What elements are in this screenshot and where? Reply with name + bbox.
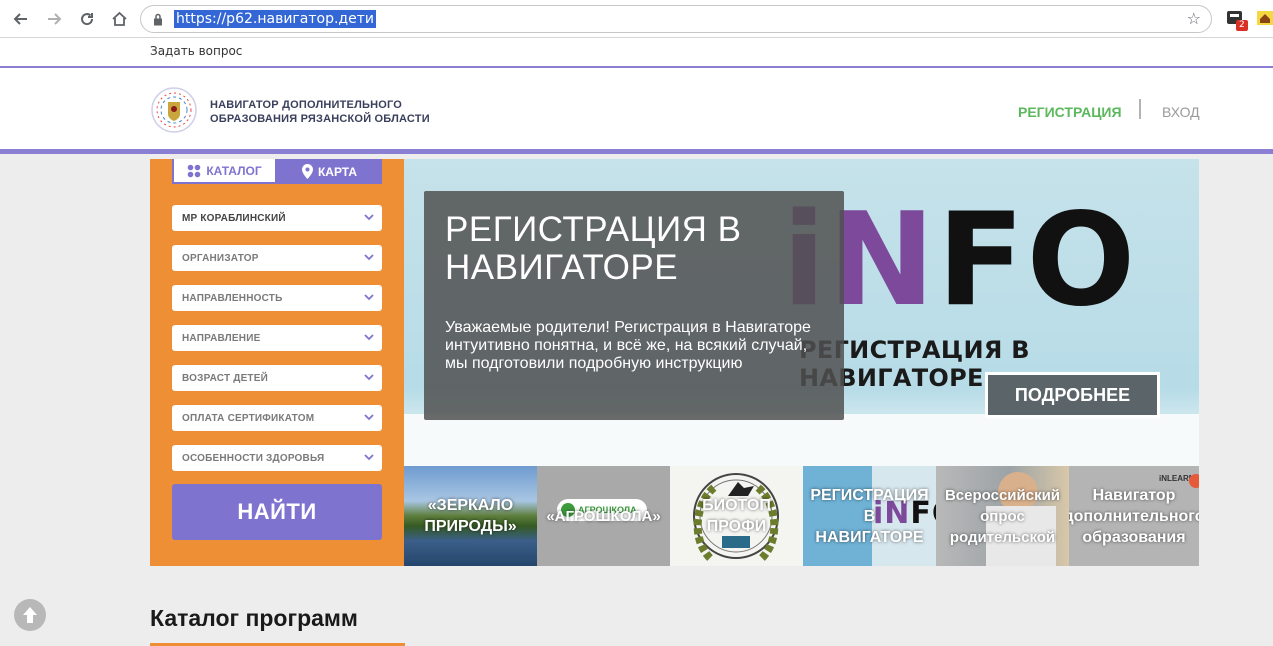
chevron-down-icon [364,334,374,341]
map-pin-icon [301,164,313,179]
scroll-to-top-button[interactable] [14,599,46,631]
login-link[interactable]: ВХОД [1162,104,1200,120]
filter-direction-select[interactable]: НАПРАВЛЕНИЕ [172,325,382,351]
address-bar[interactable]: https://р62.навигатор.дети ☆ [140,5,1212,33]
thumbnail-line: «АГРОШКОЛА» [546,507,661,525]
site-title[interactable]: НАВИГАТОР ДОПОЛНИТЕЛЬНОГО ОБРАЗОВАНИЯ РЯ… [210,98,430,126]
extension-badge: 2 [1236,20,1248,31]
bookmarks-bar: Задать вопрос [0,38,1273,66]
filter-district-select[interactable]: МР КОРАБЛИНСКИЙ [172,205,382,231]
home-icon[interactable] [107,7,131,31]
lock-icon [153,13,163,31]
thumbnail-line: БИОТОП [702,497,771,514]
grid-icon [188,164,201,177]
chevron-down-icon [364,414,374,421]
bookmark-ask-question[interactable]: Задать вопрос [150,44,242,58]
banner-bottom-band [404,414,1199,466]
filter-label: ОРГАНИЗАТОР [182,253,259,264]
thumbnail-label: «АГРОШКОЛА» [546,506,660,527]
site-logo[interactable] [150,86,198,134]
thumbnail-label: РЕГИСТРАЦИЯ В НАВИГАТОРЕ [810,485,928,548]
filter-age-select[interactable]: ВОЗРАСТ ДЕТЕЙ [172,365,382,391]
site-title-line1: НАВИГАТОР ДОПОЛНИТЕЛЬНОГО [210,99,403,111]
chevron-down-icon [364,374,374,381]
reload-icon[interactable] [75,7,99,31]
forward-icon[interactable] [42,7,66,31]
thumbnail-line: РЕГИСТРАЦИЯ [810,486,929,504]
thumbnail-label: Всероссийский опрос родительской [945,485,1060,548]
thumbnail-line: Навигатор [1092,486,1176,504]
filter-focus-select[interactable]: НАПРАВЛЕННОСТЬ [172,285,382,311]
thumbnail-label: «ЗЕРКАЛО ПРИРОДЫ» [424,495,516,537]
thumbnail-line: В [863,507,876,525]
thumbnail-label: БИОТОП ПРОФИ [702,495,771,537]
banner-title: РЕГИСТРАЦИЯ В НАВИГАТОРЕ [445,210,742,287]
thumbnail-line: ПРОФИ [706,518,767,535]
header-divider [1139,99,1141,119]
tab-map[interactable]: КАРТА [277,159,382,184]
site-title-line2: ОБРАЗОВАНИЯ РЯЗАНСКОЙ ОБЛАСТИ [210,113,430,125]
thumbnail-line: ПРИРОДЫ» [424,518,517,535]
info-n: N [827,186,937,335]
search-sidebar: КАТАЛОГ КАРТА МР КОРАБЛИНСКИЙ ОРГАНИЗАТО… [150,159,404,566]
thumbnail-line: Всероссийский [944,486,1061,504]
thumbnail-line: опрос [980,507,1025,525]
banner-slider[interactable]: iNFO РЕГИСТРАЦИЯ В НАВИГАТОРЕ ПОДРОБНЕЕ … [404,159,1199,466]
info-fo: FO [937,186,1138,335]
chevron-down-icon [364,294,374,301]
tab-catalog[interactable]: КАТАЛОГ [172,159,277,184]
more-button[interactable]: ПОДРОБНЕЕ [985,372,1160,418]
find-button[interactable]: НАЙТИ [172,484,382,540]
chevron-down-icon [364,214,374,221]
register-link[interactable]: РЕГИСТРАЦИЯ [1018,104,1122,120]
thumbnail-line: родительской [949,528,1056,546]
chevron-down-icon [364,454,374,461]
tab-map-label: КАРТА [317,164,358,179]
filter-certificate-select[interactable]: ОПЛАТА СЕРТИФИКАТОМ [172,405,382,431]
chevron-down-icon [364,254,374,261]
catalog-heading: Каталог программ [150,605,358,631]
filter-organizer-select[interactable]: ОРГАНИЗАТОР [172,245,382,271]
filter-label: ОСОБЕННОСТИ ЗДОРОВЬЯ [182,453,325,464]
thumbnail-mirror-nature[interactable]: «ЗЕРКАЛО ПРИРОДЫ» [404,466,537,566]
filter-label: МР КОРАБЛИНСКИЙ [182,213,286,224]
tab-catalog-label: КАТАЛОГ [206,163,262,178]
url-text[interactable]: https://р62.навигатор.дети [174,10,376,28]
banner-text: Уважаемые родители! Регистрация в Навига… [445,319,811,372]
thumbnail-line: НАВИГАТОРЕ [815,528,924,546]
extension-home-icon[interactable] [1257,9,1273,27]
banner-caption: РЕГИСТРАЦИЯ В НАВИГАТОРЕ Уважаемые родит… [424,191,844,420]
thumbnail-line: образования [1082,528,1186,546]
thumbnail-inlearno[interactable]: iNLEARNO Навигатор дополнительного образ… [1069,466,1199,566]
filter-label: НАПРАВЛЕНИЕ [182,333,261,344]
filter-label: НАПРАВЛЕННОСТЬ [182,293,283,304]
thumbnail-line: «ЗЕРКАЛО [427,497,514,514]
banner-thumbnails: «ЗЕРКАЛО ПРИРОДЫ» АГРОШКОЛА «АГРОШКОЛА» … [404,466,1199,566]
filter-label: ОПЛАТА СЕРТИФИКАТОМ [182,413,315,424]
thumbnail-survey[interactable]: Всероссийский опрос родительской [936,466,1069,566]
thumbnail-line: дополнительного [1069,507,1199,525]
back-icon[interactable] [9,7,33,31]
browser-toolbar: https://р62.навигатор.дети ☆ 2 [0,0,1273,38]
bookmark-star-icon[interactable]: ☆ [1187,9,1201,29]
arrow-up-icon [23,607,37,623]
thumbnail-biotop[interactable]: БИОТОП ПРОФИ [670,466,803,566]
thumbnail-registration[interactable]: iNFO РЕГИСТРАЦИЯ В НАВИГАТОРЕ [803,466,936,566]
filter-label: ВОЗРАСТ ДЕТЕЙ [182,373,268,384]
site-header: НАВИГАТОР ДОПОЛНИТЕЛЬНОГО ОБРАЗОВАНИЯ РЯ… [0,66,1273,154]
view-tabs: КАТАЛОГ КАРТА [172,159,382,184]
thumbnail-label: Навигатор дополнительного образования [1069,485,1199,548]
thumbnail-agroschool[interactable]: АГРОШКОЛА «АГРОШКОЛА» [537,466,670,566]
filter-health-select[interactable]: ОСОБЕННОСТИ ЗДОРОВЬЯ [172,445,382,471]
